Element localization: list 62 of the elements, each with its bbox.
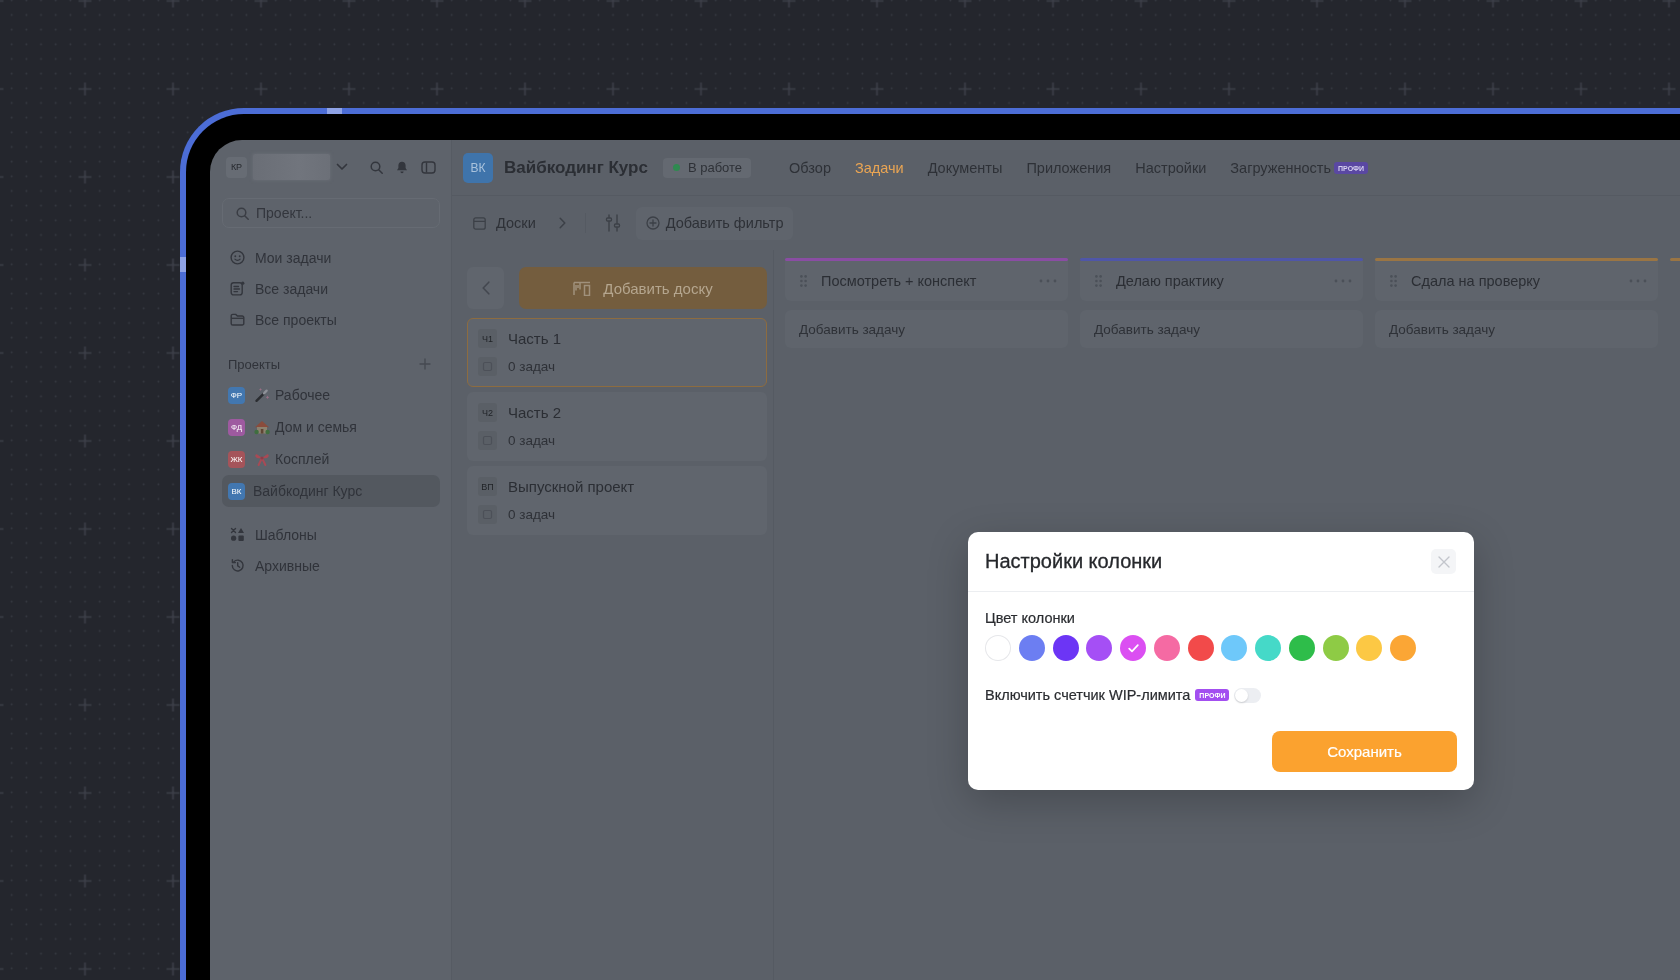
color-swatch[interactable] <box>1255 635 1281 661</box>
status-label: В работе <box>687 160 743 175</box>
project-avatar: ФР <box>228 386 245 404</box>
search-icon <box>236 207 249 220</box>
board-name: Выпускной проект <box>508 478 635 495</box>
close-icon <box>1437 555 1450 568</box>
project-avatar: ЖК <box>228 450 245 468</box>
shapes-icon <box>230 527 245 542</box>
user-avatar[interactable]: КР <box>226 156 247 178</box>
color-swatch[interactable] <box>1221 635 1248 661</box>
plus-circle-icon <box>645 216 660 230</box>
toggle-switch[interactable] <box>1234 687 1262 703</box>
board-code: Ч1 <box>478 329 497 348</box>
color-swatch[interactable] <box>1153 635 1180 661</box>
board-columns-icon <box>573 280 592 296</box>
search-icon[interactable] <box>370 160 383 174</box>
sidebar-toggle-icon[interactable] <box>421 160 436 174</box>
task-list-icon <box>230 281 245 296</box>
bell-icon[interactable] <box>396 160 408 174</box>
color-swatch[interactable] <box>1018 635 1045 661</box>
color-swatch[interactable] <box>1390 635 1416 661</box>
history-icon <box>230 558 245 573</box>
save-button[interactable]: Сохранить <box>1272 731 1457 772</box>
color-swatch[interactable] <box>1322 635 1349 661</box>
color-swatch[interactable] <box>1288 635 1315 661</box>
plus-icon[interactable] <box>419 358 431 370</box>
status-dot-icon <box>672 164 680 171</box>
color-swatch[interactable] <box>1356 635 1383 661</box>
board-icon <box>473 216 486 230</box>
frame-band <box>180 257 186 272</box>
ribbon-icon <box>254 451 270 467</box>
column-title: Сдала на проверку <box>1411 273 1541 289</box>
chevron-down-icon[interactable] <box>336 163 348 171</box>
project-avatar: ВК <box>228 482 245 500</box>
color-swatch[interactable] <box>985 635 1011 661</box>
column-title: Посмотреть + конспект <box>821 273 977 289</box>
color-swatch[interactable] <box>1086 635 1113 661</box>
magic-wand-icon <box>254 387 270 403</box>
color-swatch[interactable] <box>1052 635 1079 661</box>
wip-label: Включить счетчик WIP-лимита <box>985 686 1191 704</box>
color-swatch[interactable] <box>1187 635 1214 661</box>
project-avatar: ФД <box>228 418 245 436</box>
nav-tab[interactable]: Задачи <box>854 159 904 176</box>
chevron-left-icon <box>481 281 490 295</box>
dialog-title: Настройки колонки <box>985 550 1163 573</box>
field-label: Цвет колонки <box>985 609 1076 627</box>
smiley-icon <box>230 250 245 265</box>
house-icon <box>254 419 270 435</box>
column-title: Делаю практику <box>1116 273 1224 289</box>
board-name: Часть 2 <box>508 404 562 421</box>
status-badge[interactable]: В работе <box>662 157 752 178</box>
project-avatar: ВК <box>463 152 493 183</box>
check-icon <box>1127 643 1139 653</box>
chevron-right-icon[interactable] <box>558 217 566 229</box>
frame-band <box>327 108 342 114</box>
board-name: Часть 1 <box>508 330 562 347</box>
folder-icon <box>230 312 245 327</box>
color-swatch[interactable] <box>1120 635 1146 661</box>
back-button[interactable] <box>467 267 504 309</box>
close-button[interactable] <box>1431 549 1456 574</box>
add-board-button[interactable]: Добавить доску <box>519 267 767 309</box>
board-code: ВП <box>478 477 497 496</box>
